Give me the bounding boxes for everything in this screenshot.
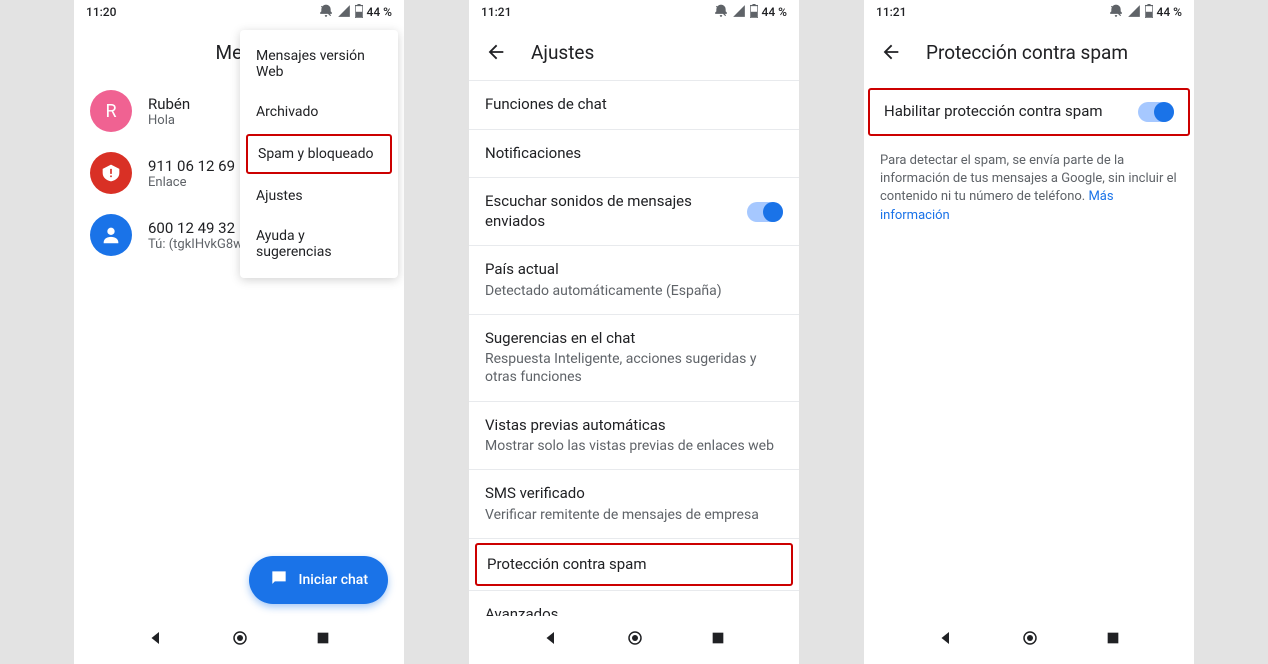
menu-item-settings[interactable]: Ajustes: [240, 176, 398, 216]
nav-bar: [864, 616, 1194, 664]
sounds-toggle[interactable]: [747, 202, 783, 222]
setting-chat-features[interactable]: Funciones de chat: [469, 80, 799, 130]
status-bar: 11:21 44 %: [469, 0, 799, 24]
battery-icon: [750, 4, 758, 21]
menu-item-help[interactable]: Ayuda y sugerencias: [240, 216, 398, 272]
nav-home-icon[interactable]: [231, 629, 249, 651]
spam-description: Para detectar el spam, se envía parte de…: [864, 152, 1194, 225]
page-title: Ajustes: [531, 41, 594, 64]
battery-text: 44 %: [1157, 5, 1182, 19]
setting-previews[interactable]: Vistas previas automáticas Mostrar solo …: [469, 402, 799, 471]
phone-1: 11:20 44 % Mens R Rubén Hola 911 0: [74, 0, 404, 664]
nav-recent-icon[interactable]: [1105, 630, 1121, 650]
battery-icon: [1145, 4, 1153, 21]
setting-verified-sms[interactable]: SMS verificado Verificar remitente de me…: [469, 470, 799, 539]
status-icons: 44 %: [319, 4, 392, 21]
page-title: Protección contra spam: [926, 41, 1128, 64]
spam-header: Protección contra spam: [864, 24, 1194, 80]
back-icon[interactable]: [880, 41, 902, 63]
status-time: 11:21: [481, 5, 511, 19]
start-chat-fab[interactable]: Iniciar chat: [249, 556, 388, 604]
battery-text: 44 %: [762, 5, 787, 19]
nav-bar: [74, 616, 404, 664]
menu-item-web[interactable]: Mensajes versión Web: [240, 36, 398, 92]
nav-recent-icon[interactable]: [710, 630, 726, 650]
settings-list: Funciones de chat Notificaciones Escucha…: [469, 80, 799, 616]
status-time: 11:21: [876, 5, 906, 19]
avatar: R: [90, 90, 132, 132]
signal-icon: [732, 4, 746, 21]
setting-advanced[interactable]: Avanzados: [469, 591, 799, 616]
spam-avatar-icon: [90, 152, 132, 194]
nav-back-icon[interactable]: [542, 629, 560, 651]
nav-back-icon[interactable]: [147, 629, 165, 651]
nav-home-icon[interactable]: [626, 629, 644, 651]
phone-2: 11:21 44 % Ajustes Funciones de chat Not…: [469, 0, 799, 664]
dnd-icon: [319, 4, 333, 21]
status-icons: 44 %: [1109, 4, 1182, 21]
status-time: 11:20: [86, 5, 116, 19]
battery-icon: [355, 4, 363, 21]
nav-bar: [469, 616, 799, 664]
nav-back-icon[interactable]: [937, 629, 955, 651]
dnd-icon: [714, 4, 728, 21]
phone-3: 11:21 44 % Protección contra spam Habili…: [864, 0, 1194, 664]
settings-header: Ajustes: [469, 24, 799, 80]
overflow-menu: Mensajes versión Web Archivado Spam y bl…: [240, 30, 398, 278]
setting-sounds[interactable]: Escuchar sonidos de mensajes enviados: [469, 178, 799, 246]
setting-notifications[interactable]: Notificaciones: [469, 130, 799, 179]
spam-toggle[interactable]: [1138, 102, 1174, 122]
enable-spam-protection-row[interactable]: Habilitar protección contra spam: [868, 88, 1190, 136]
chat-icon: [269, 568, 289, 592]
battery-text: 44 %: [367, 5, 392, 19]
dnd-icon: [1109, 4, 1123, 21]
status-bar: 11:20 44 %: [74, 0, 404, 24]
setting-suggestions[interactable]: Sugerencias en el chat Respuesta Intelig…: [469, 315, 799, 402]
nav-recent-icon[interactable]: [315, 630, 331, 650]
enable-spam-label: Habilitar protección contra spam: [884, 102, 1138, 122]
setting-country[interactable]: País actual Detectado automáticamente (E…: [469, 246, 799, 315]
avatar-icon: [90, 214, 132, 256]
signal-icon: [1127, 4, 1141, 21]
fab-label: Iniciar chat: [299, 572, 368, 588]
nav-home-icon[interactable]: [1021, 629, 1039, 651]
status-icons: 44 %: [714, 4, 787, 21]
signal-icon: [337, 4, 351, 21]
menu-item-spam-blocked[interactable]: Spam y bloqueado: [246, 134, 392, 174]
status-bar: 11:21 44 %: [864, 0, 1194, 24]
menu-item-archived[interactable]: Archivado: [240, 92, 398, 132]
back-icon[interactable]: [485, 41, 507, 63]
spam-settings: Habilitar protección contra spam Para de…: [864, 80, 1194, 616]
setting-spam-protection[interactable]: Protección contra spam: [475, 543, 793, 587]
